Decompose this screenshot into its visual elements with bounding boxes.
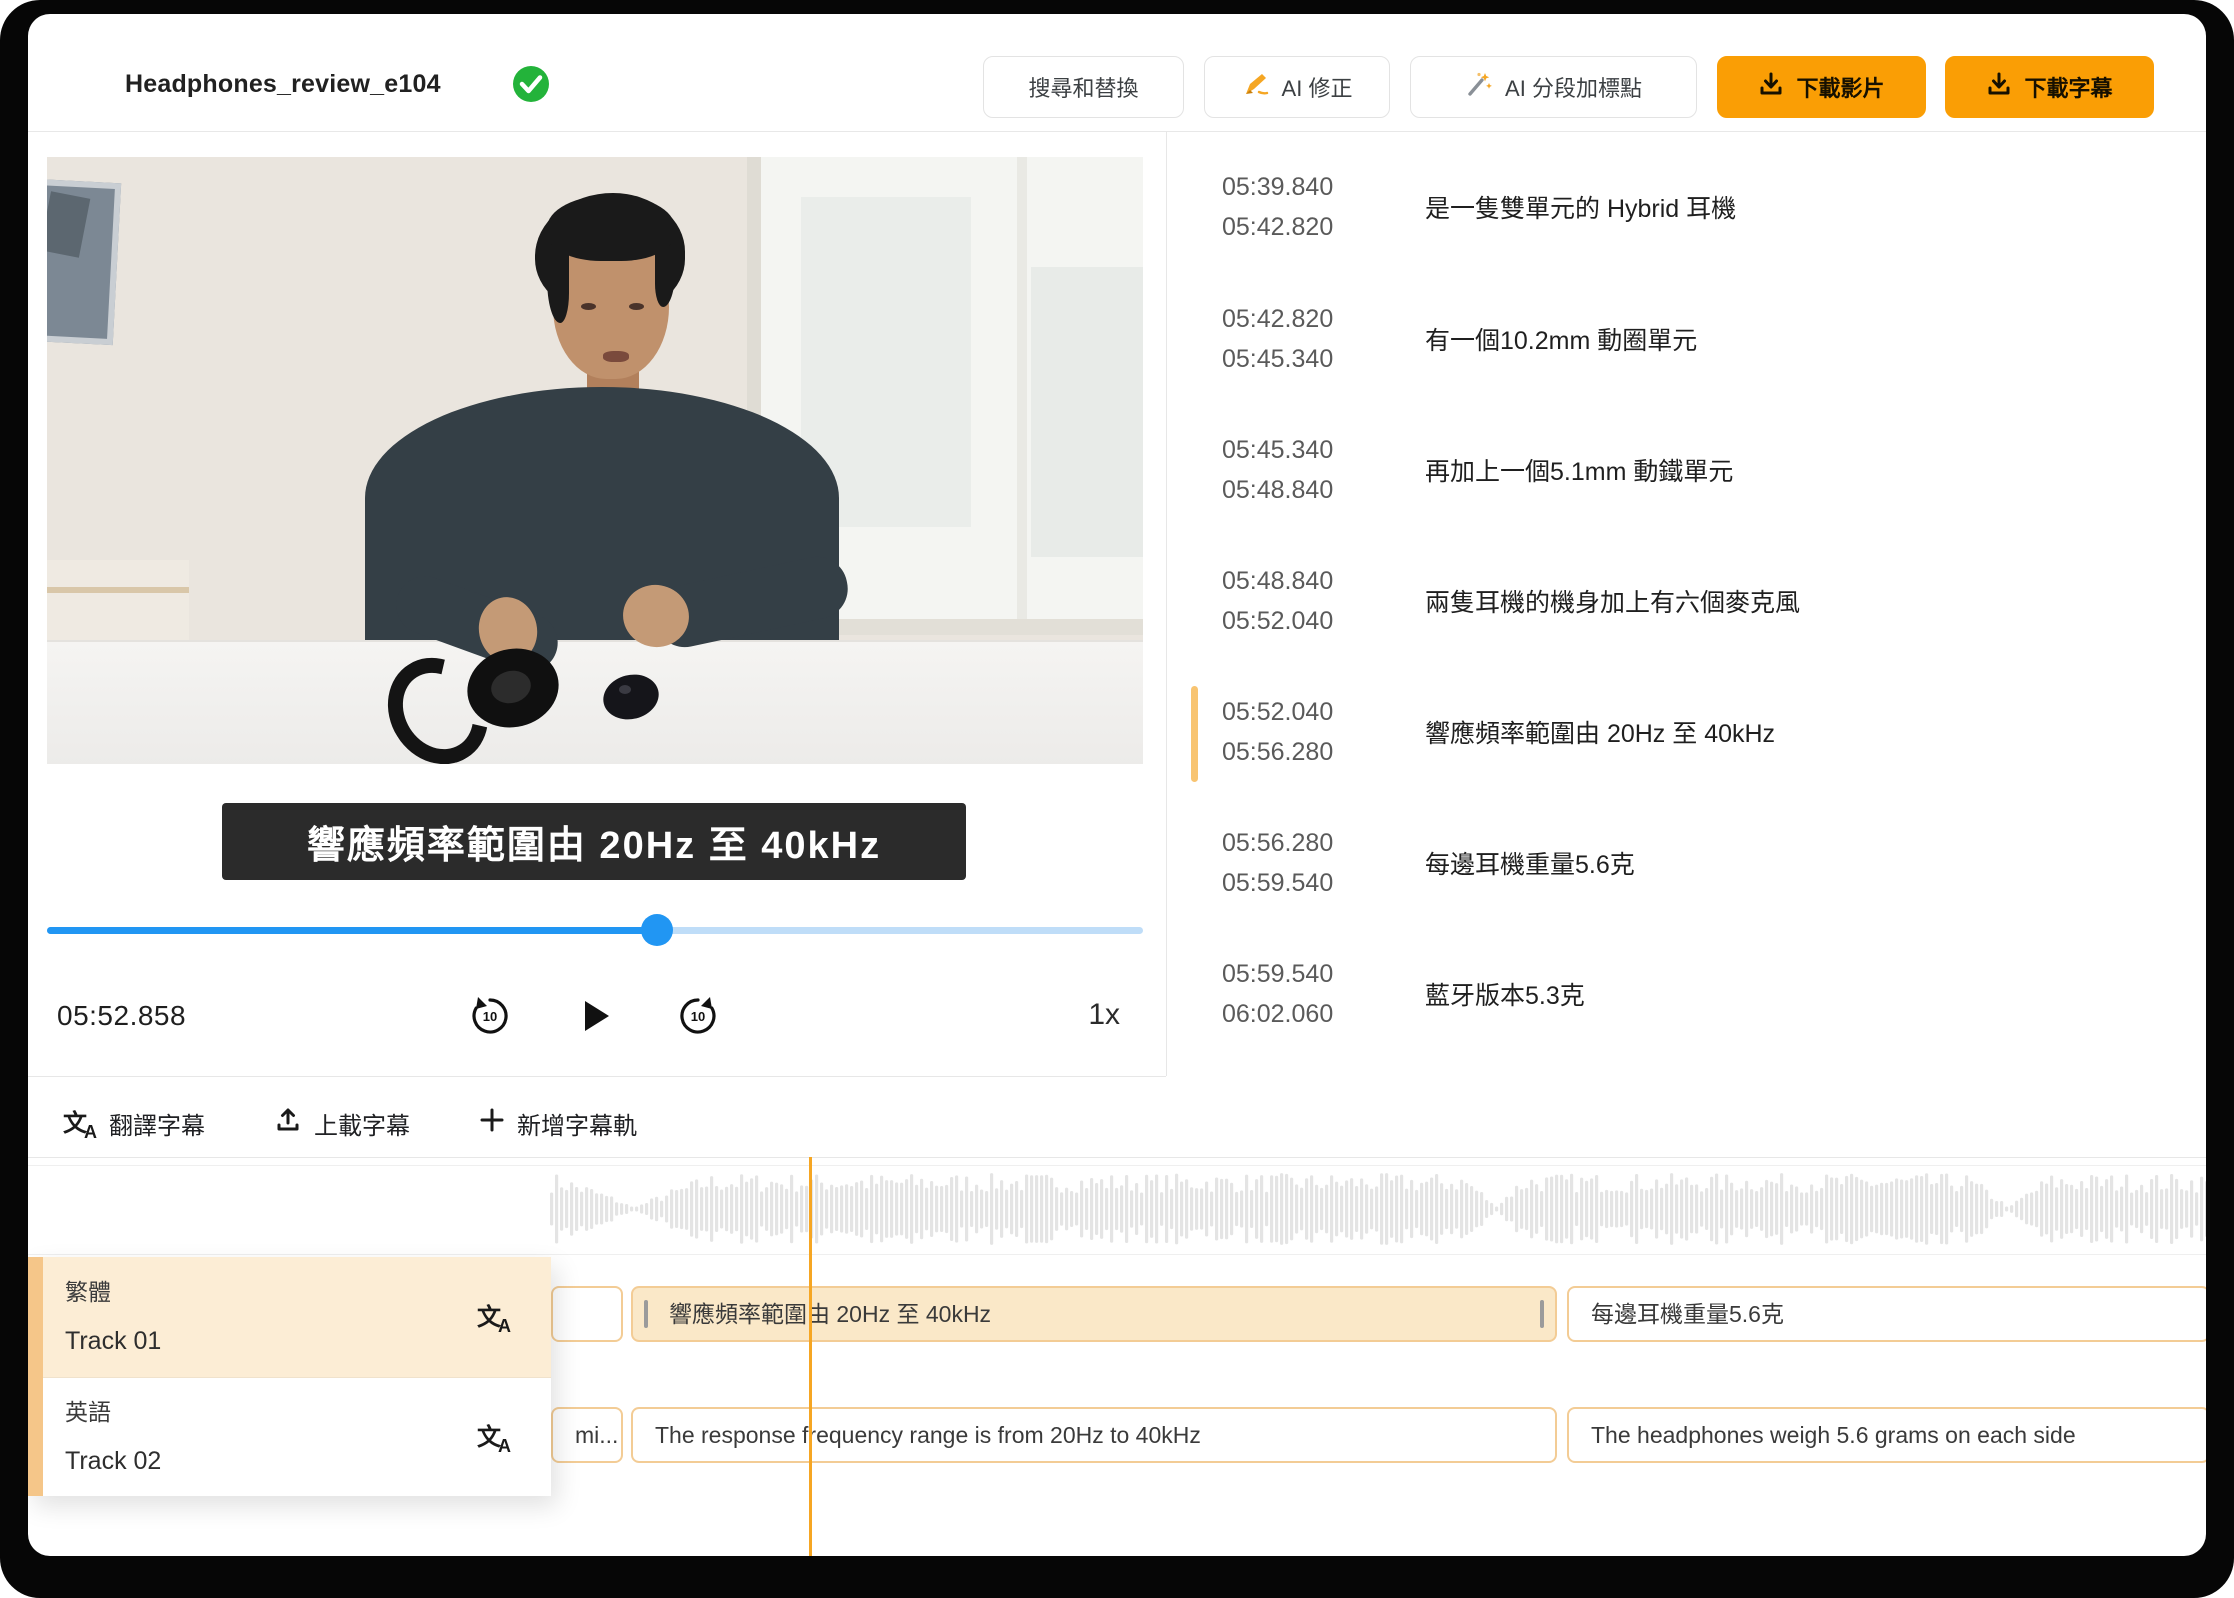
seek-fill (47, 927, 657, 934)
upload-icon (274, 1106, 302, 1141)
track-language: 英語 (65, 1393, 111, 1427)
translate-icon[interactable]: 文A (477, 1421, 511, 1455)
ai-segment-button[interactable]: AI 分段加標點 (1410, 56, 1697, 118)
end-time: 06:02.060 (1222, 994, 1392, 1034)
upload-subtitle-label: 上載字幕 (314, 1106, 410, 1141)
subtitle-row[interactable]: 05:39.84005:42.820 是一隻雙單元的 Hybrid 耳機 (1166, 167, 2206, 259)
translate-icon: 文A (63, 1107, 97, 1141)
video-desk (47, 640, 1143, 764)
subtitle-text: 再加上一個5.1mm 動鐵單元 (1425, 430, 1733, 510)
track-dropdown: 繁體 Track 01 文A 英語 Track 02 文A (28, 1257, 551, 1496)
track-option-1[interactable]: 繁體 Track 01 文A (43, 1257, 551, 1378)
download-video-label: 下載影片 (1796, 71, 1884, 103)
seek-thumb[interactable] (641, 914, 673, 946)
download-subtitle-label: 下載字幕 (2024, 71, 2112, 103)
end-time: 05:59.540 (1222, 863, 1392, 903)
subtitle-segment[interactable] (551, 1286, 623, 1342)
end-time: 05:52.040 (1222, 601, 1392, 641)
add-track-button[interactable]: 新增字幕軌 (479, 1090, 637, 1157)
ai-fix-label: AI 修正 (1282, 71, 1353, 103)
end-time: 05:48.840 (1222, 470, 1392, 510)
subtitle-overlay: 響應頻率範圍由 20Hz 至 40kHz (222, 803, 966, 880)
subtitle-row[interactable]: 05:48.84005:52.040 兩隻耳機的機身加上有六個麥克風 (1166, 561, 2206, 653)
subtitle-segment[interactable]: The response frequency range is from 20H… (631, 1407, 1557, 1463)
forward-10-button[interactable]: 10 (672, 990, 724, 1042)
track-color-strip (28, 1257, 43, 1496)
subtitle-segment[interactable]: mi... (551, 1407, 623, 1463)
subtitle-row-active[interactable]: 05:52.04005:56.280 響應頻率範圍由 20Hz 至 40kHz (1166, 692, 2206, 784)
app-window: Headphones_review_e104 搜尋和替換 AI 修正 AI 分段… (28, 14, 2206, 1556)
playback-speed-button[interactable]: 1x (1050, 998, 1120, 1032)
upload-subtitle-button[interactable]: 上載字幕 (274, 1090, 410, 1157)
svg-text:10: 10 (483, 1009, 497, 1024)
search-replace-button[interactable]: 搜尋和替換 (983, 56, 1184, 118)
timeline-playhead[interactable] (809, 1157, 812, 1556)
subtitle-text: 藍牙版本5.3克 (1425, 954, 1585, 1034)
video-picture-frame (47, 179, 121, 345)
end-time: 05:56.280 (1222, 732, 1392, 772)
subtitle-segment[interactable]: 每邊耳機重量5.6克 (1567, 1286, 2206, 1342)
plus-icon (479, 1107, 505, 1140)
subtitle-text: 有一個10.2mm 動圈單元 (1425, 299, 1697, 379)
segment-left-handle[interactable] (644, 1300, 648, 1328)
start-time: 05:39.840 (1222, 167, 1392, 207)
start-time: 05:42.820 (1222, 299, 1392, 339)
track-name: Track 01 (65, 1327, 161, 1356)
subtitle-text: 兩隻耳機的機身加上有六個麥克風 (1425, 561, 1800, 641)
subtitle-row[interactable]: 05:42.82005:45.340 有一個10.2mm 動圈單元 (1166, 299, 2206, 391)
active-row-indicator (1191, 686, 1198, 782)
track-option-2[interactable]: 英語 Track 02 文A (43, 1377, 551, 1497)
start-time: 05:45.340 (1222, 430, 1392, 470)
add-track-label: 新增字幕軌 (517, 1106, 637, 1141)
ai-segment-label: AI 分段加標點 (1505, 71, 1642, 103)
screenshot-stage: Headphones_review_e104 搜尋和替換 AI 修正 AI 分段… (0, 0, 2234, 1598)
segment-right-handle[interactable] (1540, 1300, 1544, 1328)
translate-subtitle-button[interactable]: 文A 翻譯字幕 (63, 1090, 205, 1157)
wand-sparkles-icon (1465, 70, 1493, 104)
svg-text:10: 10 (691, 1009, 705, 1024)
download-icon (1758, 71, 1784, 103)
video-player[interactable] (47, 157, 1143, 764)
subtitle-segment[interactable]: The headphones weigh 5.6 grams on each s… (1567, 1407, 2206, 1463)
waveform[interactable] (28, 1165, 2206, 1255)
start-time: 05:59.540 (1222, 954, 1392, 994)
current-time: 05:52.858 (57, 1000, 186, 1032)
start-time: 05:52.040 (1222, 692, 1392, 732)
subtitle-segment-active[interactable]: 響應頻率範圍由 20Hz 至 40kHz (631, 1286, 1557, 1342)
track-language: 繁體 (65, 1273, 111, 1307)
page-title: Headphones_review_e104 (125, 70, 441, 99)
subtitle-row[interactable]: 05:59.54006:02.060 藍牙版本5.3克 (1166, 954, 2206, 1046)
track-name: Track 02 (65, 1447, 161, 1476)
timeline-top-divider (28, 1157, 2206, 1158)
translate-subtitle-label: 翻譯字幕 (109, 1106, 205, 1141)
header-divider (28, 131, 2206, 132)
download-subtitle-button[interactable]: 下載字幕 (1945, 56, 2154, 118)
pen-icon (1242, 70, 1270, 104)
player-bottom-divider (28, 1076, 1166, 1077)
start-time: 05:48.840 (1222, 561, 1392, 601)
end-time: 05:45.340 (1222, 339, 1392, 379)
search-replace-label: 搜尋和替換 (1028, 71, 1138, 103)
ai-fix-button[interactable]: AI 修正 (1204, 56, 1390, 118)
end-time: 05:42.820 (1222, 207, 1392, 247)
download-icon (1986, 71, 2012, 103)
seek-bar[interactable] (47, 914, 1143, 946)
subtitle-row[interactable]: 05:56.28005:59.540 每邊耳機重量5.6克 (1166, 823, 2206, 915)
subtitle-text: 響應頻率範圍由 20Hz 至 40kHz (1425, 692, 1775, 772)
subtitle-row[interactable]: 05:45.34005:48.840 再加上一個5.1mm 動鐵單元 (1166, 430, 2206, 522)
download-video-button[interactable]: 下載影片 (1717, 56, 1926, 118)
check-circle-icon (511, 64, 551, 104)
subtitle-text: 是一隻雙單元的 Hybrid 耳機 (1425, 167, 1736, 247)
play-button[interactable] (569, 990, 621, 1042)
start-time: 05:56.280 (1222, 823, 1392, 863)
translate-icon[interactable]: 文A (477, 1301, 511, 1335)
subtitle-text: 每邊耳機重量5.6克 (1425, 823, 1635, 903)
rewind-10-button[interactable]: 10 (464, 990, 516, 1042)
